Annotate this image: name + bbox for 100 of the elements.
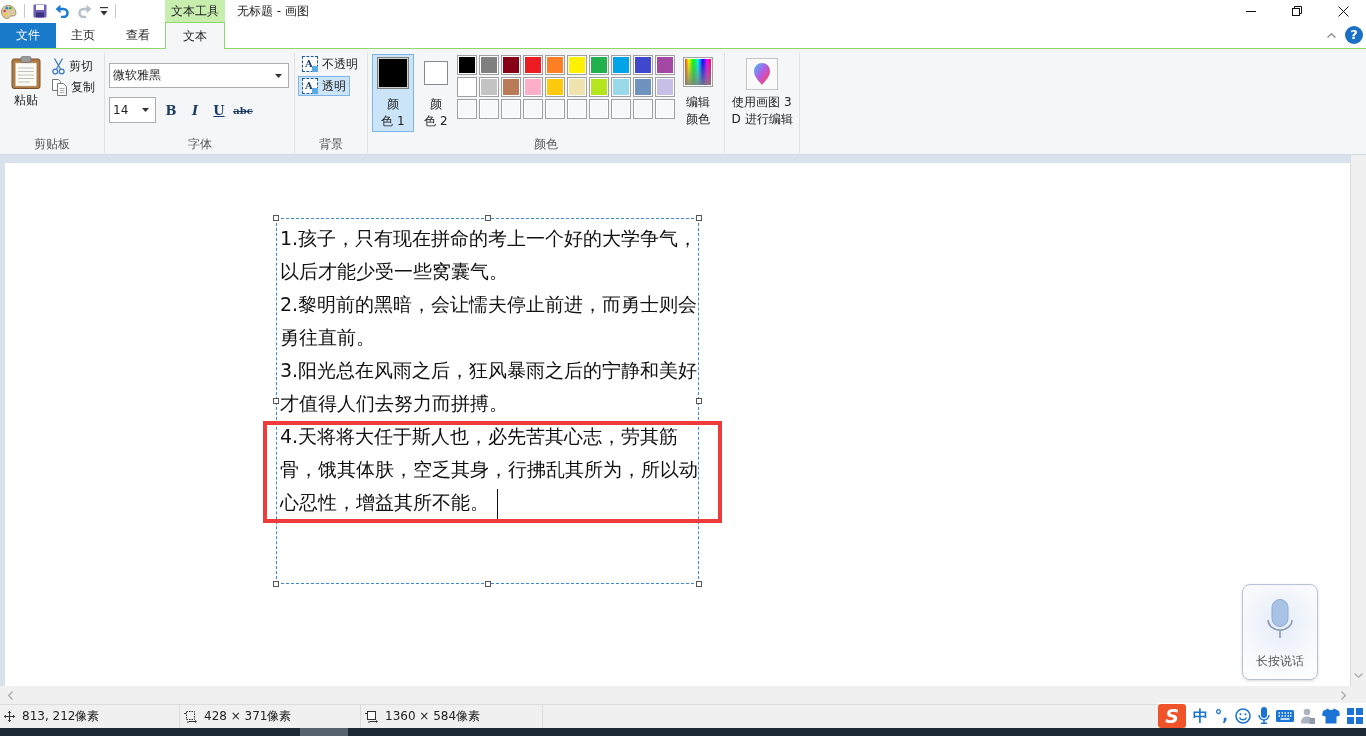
help-button[interactable]: ? — [1345, 26, 1363, 44]
ribbon-tab[interactable]: 主页 — [56, 22, 110, 48]
empty-swatch-icon[interactable] — [611, 99, 631, 119]
primary-color-button[interactable]: 颜 色 1 — [372, 54, 414, 132]
microphone-icon[interactable] — [1257, 707, 1270, 724]
horizontal-scrollbar[interactable] — [0, 686, 1366, 704]
group-label: 字体 — [186, 136, 213, 153]
paste-button[interactable]: 粘贴 — [6, 56, 46, 107]
empty-swatch-icon[interactable] — [501, 99, 521, 119]
resize-handle-icon[interactable] — [273, 398, 279, 404]
smiley-icon[interactable] — [1234, 707, 1251, 724]
empty-swatch-icon[interactable] — [589, 99, 609, 119]
background-option[interactable]: A 不透明 — [298, 54, 362, 74]
canvas-size-icon — [365, 710, 378, 723]
status-text: 428 × 371像素 — [204, 708, 292, 725]
background-option[interactable]: A 透明 — [298, 76, 350, 96]
file-menu-button[interactable]: 文件 — [0, 23, 56, 48]
empty-swatch-icon[interactable] — [457, 99, 477, 119]
strikethrough-button[interactable]: abc — [232, 99, 254, 121]
color-swatch-icon[interactable] — [611, 55, 631, 75]
color-swatch-icon[interactable] — [545, 55, 565, 75]
chevron-right-icon[interactable] — [1341, 690, 1346, 700]
underline-button[interactable]: U — [208, 99, 230, 121]
person-icon[interactable] — [1301, 707, 1316, 724]
color-swatch-icon[interactable] — [501, 55, 521, 75]
group-label: 剪贴板 — [33, 136, 71, 153]
paragraph: 1.孩子，只有现在拼命的考上一个好的大学争气， 以后才能少受一些窝囊气。 — [280, 227, 698, 282]
edit-colors-button[interactable]: 编辑 颜色 — [680, 54, 716, 128]
hold-to-talk-button[interactable]: 长按说话 — [1242, 584, 1318, 680]
chevron-down-icon[interactable] — [1354, 673, 1363, 678]
paragraph: 3.阳光总在风雨之后，狂风暴雨之后的宁静和美好 才值得人们去努力而拼搏。 — [280, 359, 698, 414]
input-method-logo[interactable]: S — [1158, 703, 1186, 728]
paragraph: 2.黎明前的黑暗，会让懦夫停止前进，而勇士则会 勇往直前。 — [280, 293, 698, 348]
color-swatch-icon[interactable] — [501, 77, 521, 97]
color-swatch-icon[interactable] — [457, 77, 477, 97]
text-box[interactable]: 1.孩子，只有现在拼命的考上一个好的大学争气， 以后才能少受一些窝囊气。 2.黎明前的黑暗，会让懦夫停止前进，而勇士则会 勇往直前。 3.阳光总在风雨之后，狂风暴雨之后的宁静和美好 才值得人们去努力而拼搏。 4.天将将大任于斯人也，必先苦其心志，劳其筋 骨，饿其体肤，空乏其身，行拂乱其所为，所以动 心忍性，增益其所不能。 — [276, 218, 699, 584]
vertical-scrollbar[interactable] — [1350, 155, 1366, 686]
font-family-dropdown[interactable]: 微软雅黑 — [109, 63, 289, 88]
color-swatch-icon[interactable] — [457, 55, 477, 75]
italic-button[interactable]: I — [184, 99, 206, 121]
font-size-dropdown[interactable]: 14 — [109, 97, 156, 123]
color-swatch-icon[interactable] — [655, 55, 675, 75]
ribbon-tab[interactable]: 文本 — [165, 22, 225, 49]
move-cross-icon — [4, 711, 15, 722]
dropdown-caret-icon[interactable] — [100, 6, 108, 16]
empty-swatch-icon[interactable] — [567, 99, 587, 119]
color-swatch-icon[interactable] — [567, 77, 587, 97]
scissors-icon — [52, 58, 65, 75]
caret-down-icon — [275, 73, 282, 78]
resize-handle-icon[interactable] — [273, 215, 279, 221]
undo-icon[interactable] — [55, 4, 69, 18]
resize-handle-icon[interactable] — [484, 581, 491, 587]
resize-handle-icon[interactable] — [696, 398, 702, 404]
chevron-up-icon[interactable] — [1327, 32, 1336, 38]
keyboard-icon[interactable] — [1276, 709, 1295, 722]
empty-swatch-icon[interactable] — [523, 99, 543, 119]
ime-mode-button[interactable]: °, — [1214, 706, 1228, 725]
color-swatch-icon[interactable] — [545, 77, 565, 97]
empty-swatch-icon[interactable] — [655, 99, 675, 119]
dashed-letter-icon: A — [302, 78, 318, 94]
resize-handle-icon[interactable] — [273, 581, 279, 587]
paragraph: 4.天将将大任于斯人也，必先苦其心志，劳其筋 骨，饿其体肤，空乏其身，行拂乱其所为，所以动 心忍性，增益其所不能。 — [280, 425, 698, 513]
selection-size-icon — [184, 710, 197, 723]
resize-handle-icon[interactable] — [484, 215, 491, 221]
status-text: 813, 212像素 — [22, 708, 100, 725]
shirt-icon[interactable] — [1322, 707, 1341, 724]
chevron-left-icon[interactable] — [8, 690, 13, 700]
ribbon-tab[interactable]: 查看 — [110, 22, 165, 48]
restore-icon[interactable] — [1292, 6, 1302, 16]
grid-icon[interactable] — [1346, 707, 1363, 724]
secondary-color-button[interactable]: 颜 色 2 — [420, 54, 452, 132]
window-title: 无标题 - 画图 — [237, 2, 309, 20]
droplet-icon — [746, 58, 778, 90]
color-swatch-icon[interactable] — [589, 77, 609, 97]
close-icon[interactable] — [1337, 5, 1349, 17]
empty-swatch-icon[interactable] — [479, 99, 499, 119]
resize-handle-icon[interactable] — [696, 215, 702, 221]
resize-handle-icon[interactable] — [696, 581, 702, 587]
clipboard-icon — [11, 56, 41, 89]
color-swatch-icon[interactable] — [523, 55, 543, 75]
empty-swatch-icon[interactable] — [633, 99, 653, 119]
minimize-icon[interactable] — [1246, 10, 1256, 12]
copy-button[interactable]: 复制 — [52, 77, 95, 98]
color-swatch-icon[interactable] — [633, 77, 653, 97]
color-swatch-icon[interactable] — [589, 55, 609, 75]
color-swatch-icon[interactable] — [523, 77, 543, 97]
contextual-tab-label: 文本工具 — [165, 0, 225, 22]
color-swatch-icon[interactable] — [567, 55, 587, 75]
cut-button[interactable]: 剪切 — [52, 56, 95, 77]
bold-button[interactable]: B — [160, 99, 182, 121]
color-spectrum-icon — [683, 57, 713, 87]
paint-palette-icon[interactable] — [1, 3, 17, 19]
color-swatch-icon[interactable] — [611, 77, 631, 97]
ime-mode-button[interactable]: 中 — [1192, 706, 1208, 725]
color-swatch-icon[interactable] — [479, 55, 499, 75]
color-swatch-icon[interactable] — [655, 77, 675, 97]
color-swatch-icon[interactable] — [633, 55, 653, 75]
color-swatch-icon[interactable] — [479, 77, 499, 97]
empty-swatch-icon[interactable] — [545, 99, 565, 119]
edit-in-3d-button[interactable]: 使用画图 3 D 进行编辑 — [731, 58, 793, 128]
